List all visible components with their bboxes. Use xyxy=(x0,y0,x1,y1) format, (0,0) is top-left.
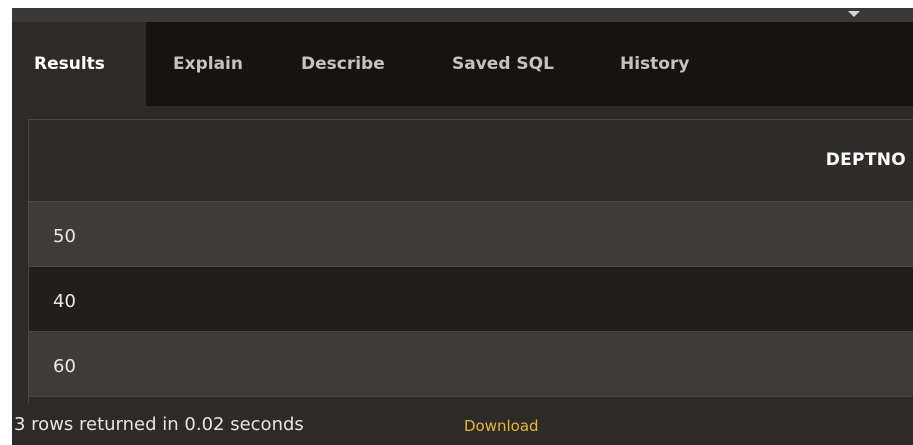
tab-describe[interactable]: Describe xyxy=(301,22,385,106)
results-table: DEPTNO 50 40 60 xyxy=(28,119,913,403)
table-cell-deptno: 50 xyxy=(53,226,76,247)
rows-returned-status: 3 rows returned in 0.02 seconds xyxy=(14,414,304,435)
caret-down-icon[interactable] xyxy=(848,11,860,17)
sql-results-panel: Results Explain Describe Saved SQL Histo… xyxy=(12,8,913,445)
table-cell-deptno: 40 xyxy=(53,291,76,312)
table-row: 40 xyxy=(29,267,913,332)
tab-explain[interactable]: Explain xyxy=(173,22,243,106)
tab-results[interactable]: Results xyxy=(12,22,146,106)
table-row: 60 xyxy=(29,332,913,397)
results-tab-bar: Results Explain Describe Saved SQL Histo… xyxy=(12,22,913,106)
table-row: 50 xyxy=(29,202,913,267)
splitter-bar[interactable] xyxy=(12,8,913,22)
tab-history[interactable]: History xyxy=(620,22,689,106)
table-cell-deptno: 60 xyxy=(53,356,76,377)
tab-saved-sql[interactable]: Saved SQL xyxy=(452,22,554,106)
column-header-deptno[interactable]: DEPTNO xyxy=(826,120,906,201)
download-link[interactable]: Download xyxy=(464,406,539,445)
results-footer: 3 rows returned in 0.02 seconds Download xyxy=(12,406,913,445)
table-header-row: DEPTNO xyxy=(29,120,913,202)
